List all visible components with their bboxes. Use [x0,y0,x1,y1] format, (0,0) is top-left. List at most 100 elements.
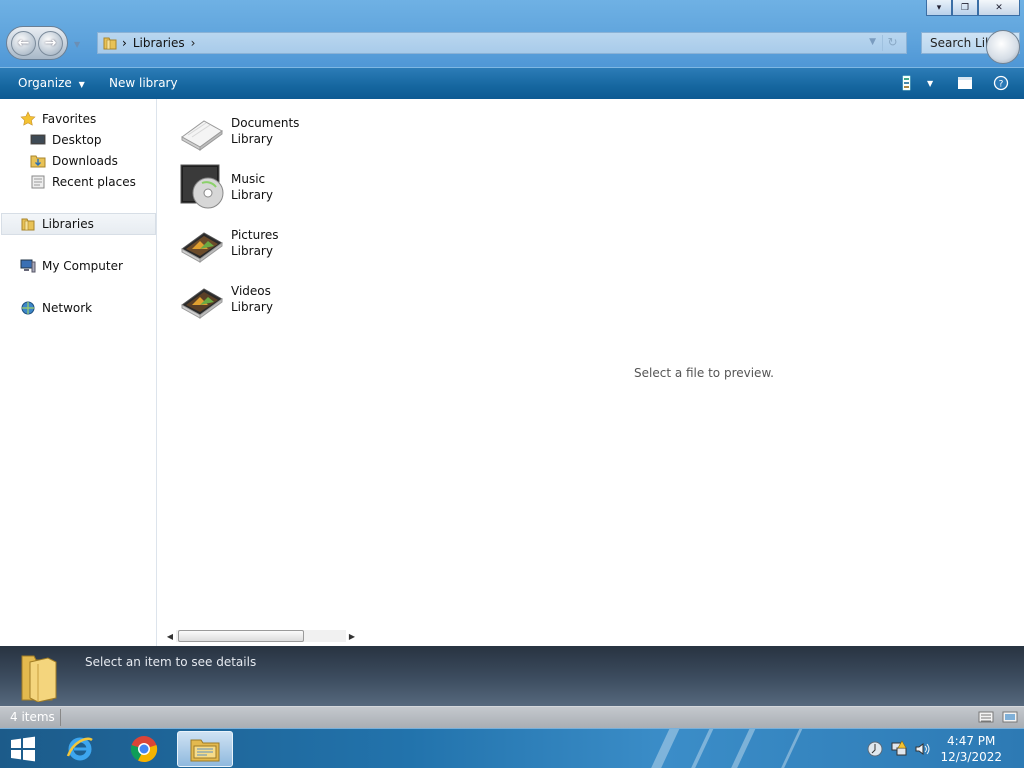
orb-icon [986,30,1020,64]
nav-network[interactable]: Network [20,299,92,317]
maximize-button[interactable]: ❐ [952,0,978,16]
file-list: Documents Library Music Library Pictures [158,99,1024,646]
details-message: Select an item to see details [85,655,257,669]
window-controls: ▾ ❐ ✕ [926,0,1020,16]
scroll-right-icon[interactable]: ▶ [346,632,358,641]
minimize-button[interactable]: ▾ [926,0,952,16]
address-bar[interactable]: › Libraries › ▼ ↻ [97,32,907,54]
library-type: Library [231,188,273,202]
preview-pane-icon[interactable] [956,75,974,91]
scroll-thumb[interactable] [178,630,304,642]
breadcrumb-libraries[interactable]: Libraries [133,36,185,50]
taskbar-file-explorer[interactable] [177,731,233,767]
scroll-left-icon[interactable]: ◀ [164,632,176,641]
recent-pages-dropdown-icon[interactable]: ▼ [74,40,80,49]
taskbar-chrome[interactable] [116,731,172,767]
volume-icon[interactable] [914,740,932,758]
horizontal-scrollbar[interactable]: ◀ ▶ [164,629,358,643]
refresh-icon[interactable]: ↻ [882,35,902,51]
forward-button[interactable]: → [38,30,63,56]
navigation-pane: Favorites Desktop Downloads Recent place… [0,99,157,646]
start-button[interactable] [4,735,40,763]
item-count: 4 items [10,710,55,724]
nav-desktop[interactable]: Desktop [30,131,102,149]
command-bar: Organize ▼ New library ▼ ? [0,67,1024,99]
library-name: Pictures [231,228,279,242]
nav-my-computer[interactable]: My Computer [20,257,123,275]
change-view-icon[interactable] [900,75,918,91]
library-type: Library [231,300,273,314]
taskbar-internet-explorer[interactable] [52,731,108,767]
taskbar-streak [776,729,807,768]
library-type: Library [231,132,273,146]
network-status-icon[interactable] [890,740,908,758]
music-library-icon [180,164,224,209]
documents-library-icon [181,120,223,151]
videos-library-icon [181,288,223,319]
nav-network-label: Network [42,301,93,315]
new-library-button[interactable]: New library [109,76,178,90]
status-view-buttons [978,710,1018,724]
pictures-library-icon [181,232,223,263]
breadcrumb-chevron-icon[interactable]: › [191,36,196,50]
libraries-folder-large-icon [21,655,57,702]
desktop-icon [30,134,46,145]
nav-recent-places[interactable]: Recent places [30,173,136,191]
nav-libraries[interactable]: Libraries [1,213,156,235]
clock[interactable]: 4:47 PM 12/3/2022 [940,733,1002,765]
view-options-chevron-icon[interactable]: ▼ [927,79,933,88]
library-type: Library [231,244,273,258]
libraries-icon [21,218,35,231]
chevron-down-icon: ▼ [78,80,85,89]
nav-recent-places-label: Recent places [52,175,136,189]
scroll-track[interactable] [176,630,346,642]
close-button[interactable]: ✕ [978,0,1020,16]
svg-text:?: ? [999,80,1004,90]
nav-desktop-label: Desktop [52,133,102,147]
title-bar: ▾ ❐ ✕ ← → ▼ › Libraries › ▼ ↻ Search Lib… [0,0,1024,67]
recent-places-icon [31,175,45,189]
action-center-icon[interactable] [866,740,884,758]
chrome-icon [130,736,158,763]
breadcrumb-chevron-icon[interactable]: › [122,36,127,50]
nav-libraries-label: Libraries [42,217,94,231]
taskbar-streak [646,729,684,768]
downloads-folder-icon [30,155,46,168]
nav-favorites[interactable]: Favorites [20,110,96,128]
taskbar: 4:47 PM 12/3/2022 [0,728,1024,768]
nav-my-computer-label: My Computer [42,259,123,273]
taskbar-streak [726,729,760,768]
details-view-icon[interactable] [978,710,994,724]
large-icons-view-icon[interactable] [1002,710,1018,724]
library-item-documents[interactable]: Documents Library [178,107,299,155]
navigation-buttons: ← → [6,26,68,60]
library-name: Documents [231,116,300,130]
libraries-folder-icon [103,37,117,50]
library-name: Videos [231,284,271,298]
details-pane: Select an item to see details [0,646,1024,706]
status-divider [60,709,61,726]
library-item-music[interactable]: Music Library [178,163,273,211]
library-name: Music [231,172,266,186]
network-icon [21,301,35,315]
taskbar-streak [686,729,718,768]
computer-icon [20,259,36,273]
star-icon [20,111,36,126]
clock-time: 4:47 PM [947,734,996,748]
nav-downloads[interactable]: Downloads [30,152,118,170]
system-tray [866,740,932,758]
nav-favorites-label: Favorites [42,112,97,126]
address-dropdown-icon[interactable]: ▼ [869,37,876,47]
help-icon[interactable]: ? [992,75,1010,91]
back-button[interactable]: ← [11,30,36,56]
organize-label: Organize [18,76,72,90]
clock-date: 12/3/2022 [940,750,1002,764]
nav-downloads-label: Downloads [52,154,118,168]
organize-button[interactable]: Organize ▼ [18,76,85,90]
preview-message: Select a file to preview. [634,366,774,380]
library-item-pictures[interactable]: Pictures Library [178,219,279,267]
status-bar: 4 items [0,706,1024,728]
internet-explorer-icon [66,737,93,761]
library-item-videos[interactable]: Videos Library [178,275,273,323]
file-explorer-icon [190,739,220,762]
